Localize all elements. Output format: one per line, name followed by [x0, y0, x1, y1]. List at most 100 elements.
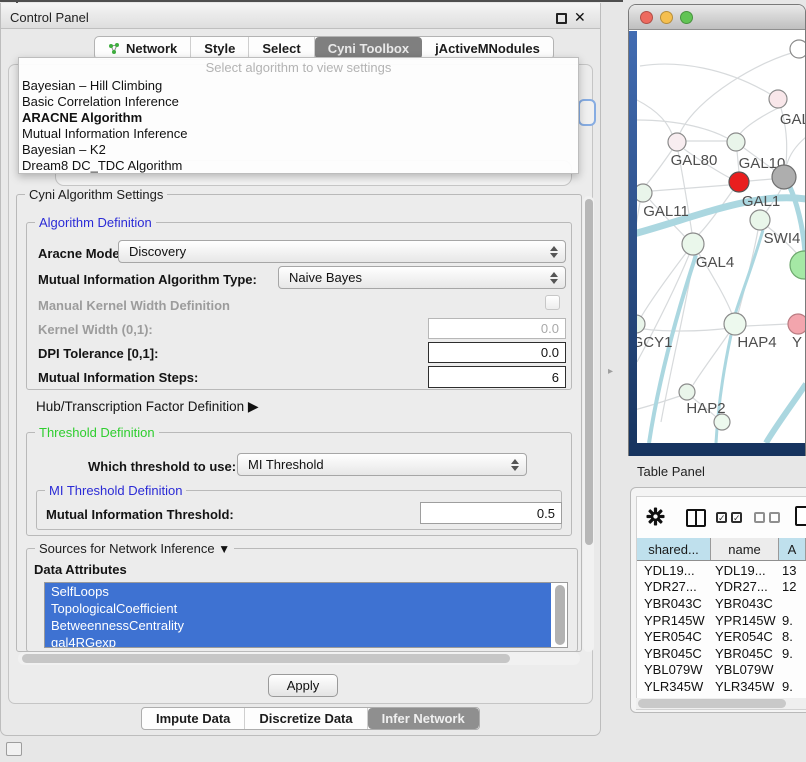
network-edge[interactable]: [749, 179, 772, 181]
aracne-mode-label: Aracne Mode:: [38, 246, 124, 261]
network-node[interactable]: [790, 251, 805, 279]
network-node[interactable]: [772, 165, 796, 189]
table-row[interactable]: YBR045CYBR045C9.: [637, 645, 806, 662]
list-item[interactable]: gal4RGexp: [45, 634, 551, 648]
network-edge[interactable]: [646, 150, 672, 185]
dropdown-item[interactable]: Bayesian – K2: [19, 142, 578, 158]
network-node[interactable]: [724, 313, 746, 335]
deselect-checkbox-icon[interactable]: [754, 512, 765, 523]
apply-label: Apply: [287, 678, 320, 693]
mi-algorithm-type-combo[interactable]: Naive Bayes: [278, 266, 566, 289]
sources-title: Sources for Network Inference: [39, 541, 215, 556]
network-node[interactable]: [750, 210, 770, 230]
network-edge[interactable]: [640, 64, 770, 94]
list-item[interactable]: TopologicalCoefficient: [45, 600, 551, 617]
table-row[interactable]: YDL19...YDL19...13: [637, 562, 806, 579]
tab-cyni-toolbox[interactable]: Cyni Toolbox: [315, 37, 422, 59]
hub-definition-toggle[interactable]: Hub/Transcription Factor Definition ▶: [36, 398, 259, 415]
table-column-header[interactable]: shared...: [637, 538, 711, 560]
table-row[interactable]: YPR145WYPR145W9.: [637, 612, 806, 629]
dropdown-item[interactable]: ARACNE Algorithm: [19, 110, 578, 126]
manual-kernel-checkbox[interactable]: [545, 295, 560, 310]
network-node[interactable]: [714, 414, 730, 430]
tab-network[interactable]: Network: [95, 37, 191, 59]
network-edge[interactable]: [787, 137, 805, 164]
close-icon[interactable]: ✕: [574, 9, 586, 26]
table-row[interactable]: YDR27...YDR27...12: [637, 579, 806, 596]
list-item[interactable]: BetweennessCentrality: [45, 617, 551, 634]
tab-impute-data[interactable]: Impute Data: [142, 708, 245, 729]
node-label: GAL4: [696, 254, 734, 271]
tab-select[interactable]: Select: [249, 37, 314, 59]
deselect-checkbox-icon-2[interactable]: [769, 512, 780, 523]
sources-toggle[interactable]: Sources for Network Inference ▼: [35, 541, 234, 556]
splitter-collapse-arrow[interactable]: ▸: [608, 366, 613, 377]
network-edge[interactable]: [740, 108, 778, 134]
network-node[interactable]: [668, 133, 686, 151]
tab-style[interactable]: Style: [191, 37, 249, 59]
aracne-mode-combo[interactable]: Discovery: [118, 240, 566, 263]
network-node[interactable]: [727, 133, 745, 151]
mi-threshold-input[interactable]: 0.5: [420, 502, 562, 524]
dropdown-item[interactable]: Mutual Information Inference: [19, 126, 578, 142]
mi-steps-input[interactable]: 6: [428, 366, 566, 388]
tab-jactivemnodules[interactable]: jActiveMNodules: [422, 37, 553, 59]
table-column-header[interactable]: A: [779, 538, 806, 560]
data-attributes-list[interactable]: SelfLoopsTopologicalCoefficientBetweenne…: [44, 582, 568, 648]
select-all-checkbox-icon-2[interactable]: ✓: [731, 512, 742, 523]
mac-minimize-button[interactable]: [660, 11, 673, 24]
network-edge[interactable]: [637, 328, 730, 331]
which-threshold-combo[interactable]: MI Threshold: [237, 453, 527, 476]
which-threshold-label: Which threshold to use:: [88, 459, 236, 474]
table-row[interactable]: YER054CYER054C8.: [637, 628, 806, 645]
network-node[interactable]: [790, 40, 805, 58]
network-graph[interactable]: GAL7GAL80GAL10GAL1GAL11SWI4GAL4GCY1HAP4Y…: [637, 31, 805, 443]
document-icon[interactable]: [795, 506, 806, 526]
network-node[interactable]: [788, 314, 805, 334]
dropdown-item[interactable]: Dream8 DC_TDC Algorithm: [19, 158, 578, 174]
float-window-icon[interactable]: [556, 13, 567, 24]
table-cell: YBL079W: [637, 662, 711, 677]
network-canvas[interactable]: GAL7GAL80GAL10GAL1GAL11SWI4GAL4GCY1HAP4Y…: [637, 31, 805, 443]
tab-discretize-data[interactable]: Discretize Data: [245, 708, 367, 729]
settings-hscrollbar-thumb[interactable]: [22, 654, 510, 663]
network-node[interactable]: [679, 384, 695, 400]
table-row[interactable]: YBR043CYBR043C: [637, 595, 806, 612]
node-label: SWI4: [764, 230, 801, 247]
dpi-tolerance-input[interactable]: 0.0: [428, 342, 566, 363]
input-value: 0.5: [537, 506, 555, 521]
table-hscrollbar-thumb[interactable]: [638, 699, 786, 708]
tab-label: Network: [126, 41, 177, 56]
network-edge[interactable]: [766, 384, 805, 443]
list-item[interactable]: SelfLoops: [45, 583, 551, 600]
table-row[interactable]: YLR345WYLR345W9.: [637, 678, 806, 695]
network-node[interactable]: [637, 315, 645, 333]
dropdown-item[interactable]: Bayesian – Hill Climbing: [19, 78, 578, 94]
network-edge[interactable]: [637, 100, 672, 134]
network-edge[interactable]: [735, 230, 763, 315]
network-edge[interactable]: [652, 185, 729, 191]
select-all-checkbox-icon[interactable]: ✓: [716, 512, 727, 523]
list-scrollbar-thumb[interactable]: [555, 585, 565, 645]
network-edge[interactable]: [746, 324, 788, 326]
table-cell: YDR27...: [637, 579, 711, 594]
apply-button[interactable]: Apply: [268, 674, 338, 697]
settings-vscrollbar-thumb[interactable]: [585, 199, 593, 545]
minimized-panel-icon[interactable]: [6, 742, 22, 756]
table-row[interactable]: YBL079WYBL079W: [637, 662, 806, 679]
mac-close-button[interactable]: [640, 11, 653, 24]
mac-zoom-button[interactable]: [680, 11, 693, 24]
dropdown-item[interactable]: Basic Correlation Inference: [19, 94, 578, 110]
network-node[interactable]: [682, 233, 704, 255]
tab-infer-network[interactable]: Infer Network: [368, 708, 479, 729]
network-window-titlebar[interactable]: [629, 5, 805, 30]
collapsed-arrow-icon: ▶: [248, 398, 259, 414]
algorithm-combo-focus-ring[interactable]: [578, 99, 596, 126]
gear-icon[interactable]: [646, 507, 665, 526]
table-column-header[interactable]: name: [711, 538, 779, 560]
network-node[interactable]: [729, 172, 749, 192]
network-node[interactable]: [769, 90, 787, 108]
split-columns-icon[interactable]: [686, 509, 706, 527]
kernel-width-input[interactable]: 0.0: [428, 318, 566, 339]
network-node[interactable]: [637, 184, 652, 202]
